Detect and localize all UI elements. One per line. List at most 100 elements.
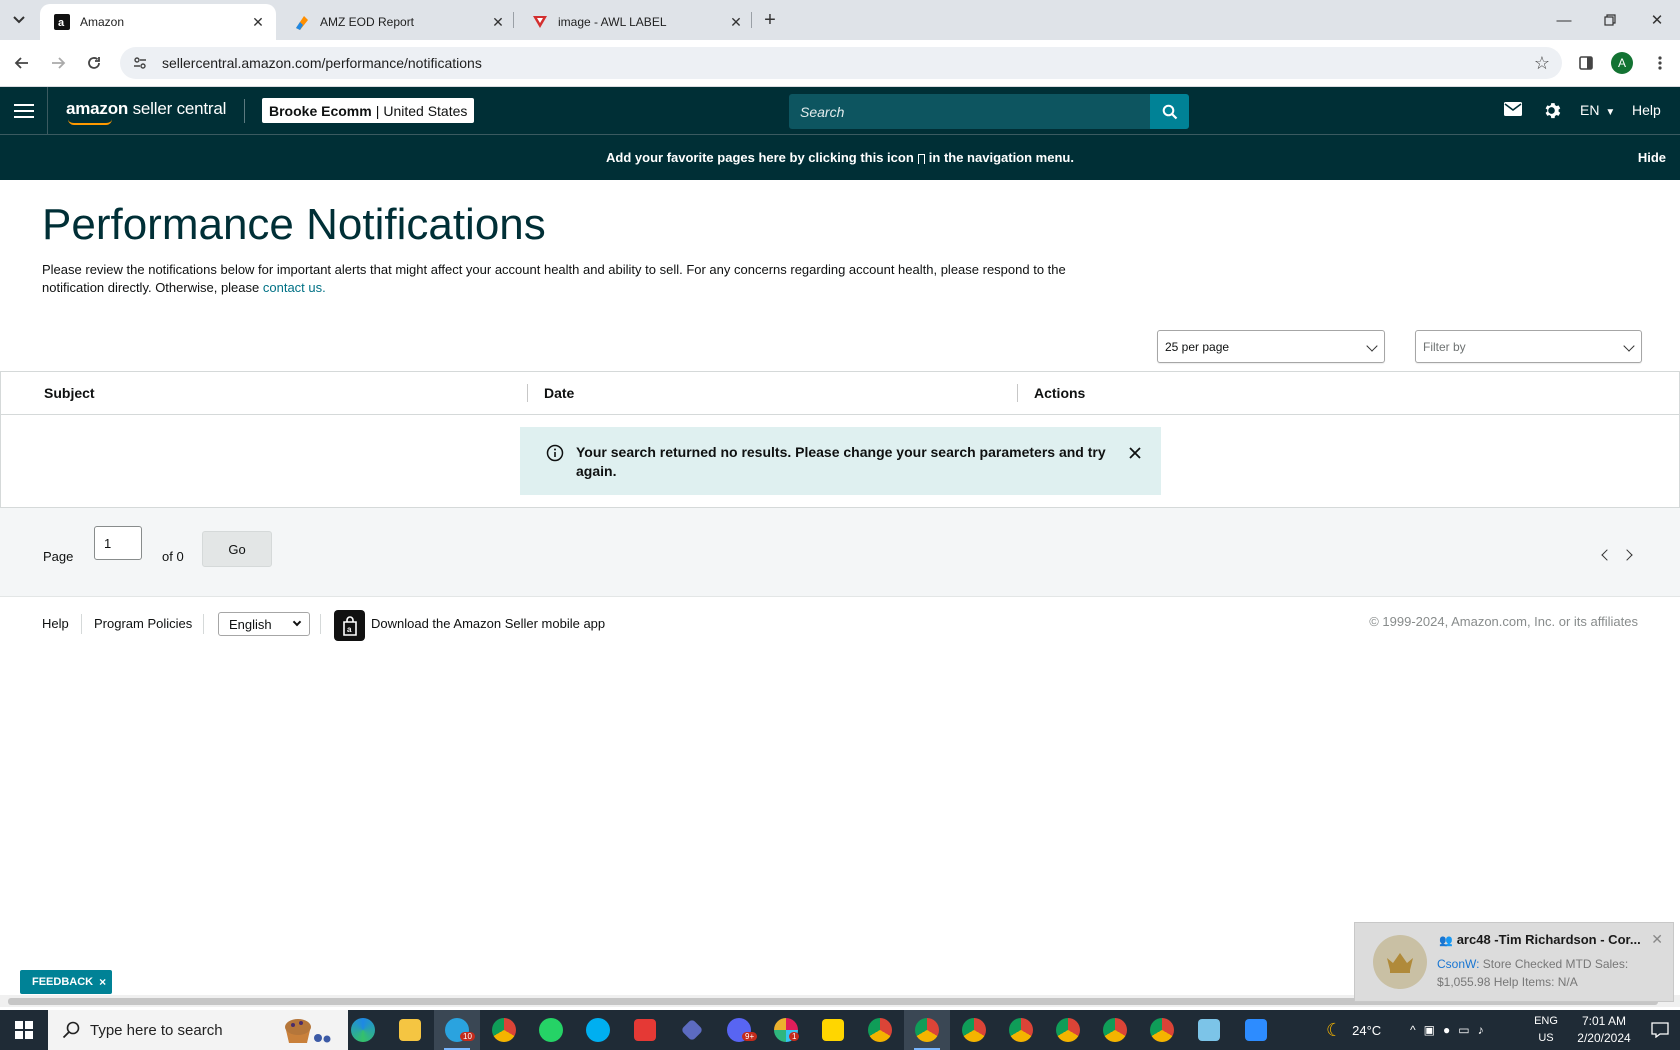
taskbar-slack[interactable]: 1 xyxy=(763,1010,809,1050)
taskbar-search[interactable]: Type here to search xyxy=(48,1010,348,1050)
no-results-alert: Your search returned no results. Please … xyxy=(520,427,1161,495)
seller-app-icon[interactable]: a xyxy=(334,610,365,641)
language-selector[interactable]: EN ▼ xyxy=(1580,102,1615,118)
app-icon xyxy=(680,1018,704,1042)
header-search-input[interactable]: Search xyxy=(789,94,1150,129)
download-app-link[interactable]: Download the Amazon Seller mobile app xyxy=(371,616,605,631)
chat-notification-toast[interactable]: 👥 arc48 -Tim Richardson - Cor... CsonW: S… xyxy=(1354,922,1674,1002)
chevron-up-icon[interactable]: ^ xyxy=(1410,1023,1416,1037)
hide-banner-button[interactable]: Hide xyxy=(1638,150,1666,165)
tab-close-icon[interactable]: ✕ xyxy=(728,14,744,30)
per-page-select[interactable]: 25 per page xyxy=(1157,330,1385,363)
weather-widget[interactable]: ☾ 24°C xyxy=(1326,1010,1381,1050)
taskbar-notepad[interactable] xyxy=(1186,1010,1232,1050)
volume-icon[interactable]: ♪ xyxy=(1478,1023,1484,1037)
chrome-icon xyxy=(492,1018,516,1042)
site-info-icon[interactable] xyxy=(132,55,148,71)
url-text: sellercentral.amazon.com/performance/not… xyxy=(162,55,482,71)
feedback-button[interactable]: FEEDBACK × xyxy=(20,970,113,994)
clock-time: 7:01 AM xyxy=(1581,1014,1627,1028)
taskbar-chrome-profile-j[interactable] xyxy=(951,1010,997,1050)
forward-button[interactable] xyxy=(46,51,70,75)
taskbar-chrome-profile-j2[interactable] xyxy=(1092,1010,1138,1050)
tab-amazon[interactable]: a Amazon ✕ xyxy=(40,4,276,40)
footer-language-value: English xyxy=(229,616,272,632)
notification-center-button[interactable] xyxy=(1640,1010,1680,1050)
tab-close-icon[interactable]: ✕ xyxy=(250,14,266,30)
bookmark-icon xyxy=(917,153,925,164)
mail-icon[interactable] xyxy=(1504,102,1522,116)
taskbar-chrome[interactable] xyxy=(481,1010,527,1050)
minimize-button[interactable]: — xyxy=(1541,0,1587,40)
seller-central-logo[interactable]: amazon seller central xyxy=(66,99,227,125)
new-tab-button[interactable]: + xyxy=(758,8,782,32)
restore-button[interactable] xyxy=(1587,0,1633,40)
address-bar[interactable]: sellercentral.amazon.com/performance/not… xyxy=(120,47,1562,79)
close-window-button[interactable]: ✕ xyxy=(1634,0,1680,40)
tab-title: Amazon xyxy=(80,15,125,29)
profile-avatar[interactable]: A xyxy=(1611,52,1633,74)
taskbar-wps[interactable] xyxy=(622,1010,668,1050)
hamburger-menu-icon[interactable] xyxy=(14,101,34,121)
footer-language-select[interactable]: English xyxy=(218,612,310,636)
column-subject[interactable]: Subject xyxy=(44,385,95,401)
meet-now-icon[interactable]: ▣ xyxy=(1424,1023,1435,1037)
chevron-down-icon xyxy=(1623,340,1635,352)
contact-us-link[interactable]: contact us. xyxy=(263,280,326,295)
account-switcher[interactable]: Brooke Ecomm | United States xyxy=(262,98,475,123)
bookmark-star-icon[interactable]: ☆ xyxy=(1534,53,1550,74)
microphone-icon[interactable]: ● xyxy=(1443,1023,1450,1037)
header-search-button[interactable] xyxy=(1150,94,1189,129)
column-date[interactable]: Date xyxy=(544,385,574,401)
page-number-input[interactable]: 1 xyxy=(94,526,142,560)
feedback-close-icon[interactable]: × xyxy=(99,975,106,989)
tab-close-icon[interactable]: ✕ xyxy=(490,14,506,30)
program-policies-link[interactable]: Program Policies xyxy=(94,616,192,631)
taskbar-edge[interactable] xyxy=(340,1010,386,1050)
dismiss-alert-button[interactable] xyxy=(1125,443,1145,463)
browser-menu-button[interactable] xyxy=(1648,51,1672,75)
toast-close-icon[interactable]: ✕ xyxy=(1651,931,1663,948)
previous-page-icon[interactable] xyxy=(1601,549,1613,561)
taskbar-chrome-profile-m[interactable] xyxy=(998,1010,1044,1050)
logo-seller-central-text: seller central xyxy=(128,99,227,118)
tab-amz-eod-report[interactable]: AMZ EOD Report ✕ xyxy=(280,4,516,40)
reload-button[interactable] xyxy=(82,51,106,75)
taskbar-skype[interactable] xyxy=(575,1010,621,1050)
start-button[interactable] xyxy=(0,1010,48,1050)
taskbar-sticky-notes[interactable] xyxy=(810,1010,856,1050)
input-language-indicator[interactable]: ENG US xyxy=(1530,1013,1562,1047)
moon-icon: ☾ xyxy=(1326,1019,1343,1040)
taskbar-chrome-profile-o[interactable] xyxy=(1045,1010,1091,1050)
taskbar-app-blue[interactable] xyxy=(669,1010,715,1050)
go-button[interactable]: Go xyxy=(202,531,272,567)
pagination-bar: Page 1 of 0 Go xyxy=(0,508,1680,597)
account-name: Brooke Ecomm xyxy=(269,102,372,119)
taskbar-chrome-profile-j3[interactable] xyxy=(1139,1010,1185,1050)
header-divider xyxy=(244,99,245,123)
network-icon[interactable]: ▭ xyxy=(1458,1023,1469,1037)
settings-gear-icon[interactable] xyxy=(1542,101,1561,120)
tab-search-button[interactable] xyxy=(6,8,32,32)
taskbar-discord[interactable]: 9+ xyxy=(716,1010,762,1050)
back-button[interactable] xyxy=(10,51,34,75)
footer-help-link[interactable]: Help xyxy=(42,616,69,631)
clock[interactable]: 7:01 AM 2/20/2024 xyxy=(1572,1013,1636,1047)
copyright-text: © 1999-2024, Amazon.com, Inc. or its aff… xyxy=(1369,614,1638,629)
taskbar-zoom[interactable] xyxy=(1233,1010,1279,1050)
toast-title-text: arc48 -Tim Richardson - Cor... xyxy=(1456,932,1641,947)
discord-badge: 9+ xyxy=(742,1032,758,1041)
page-title: Performance Notifications xyxy=(42,200,546,249)
taskbar-chrome-profile-a[interactable] xyxy=(904,1010,950,1050)
tab-awl-label[interactable]: image - AWL LABEL ✕ xyxy=(518,4,754,40)
help-link[interactable]: Help xyxy=(1632,102,1661,118)
page-footer: Help Program Policies English a Download… xyxy=(0,597,1680,657)
next-page-icon[interactable] xyxy=(1621,549,1633,561)
side-panel-button[interactable] xyxy=(1574,51,1598,75)
muffin-widget-icon xyxy=(285,1019,331,1043)
taskbar-whatsapp[interactable] xyxy=(528,1010,574,1050)
taskbar-chrome-profile-f[interactable] xyxy=(857,1010,903,1050)
taskbar-telegram[interactable]: 10 xyxy=(434,1010,480,1050)
taskbar-file-explorer[interactable] xyxy=(387,1010,433,1050)
filter-by-select[interactable]: Filter by xyxy=(1415,330,1642,363)
